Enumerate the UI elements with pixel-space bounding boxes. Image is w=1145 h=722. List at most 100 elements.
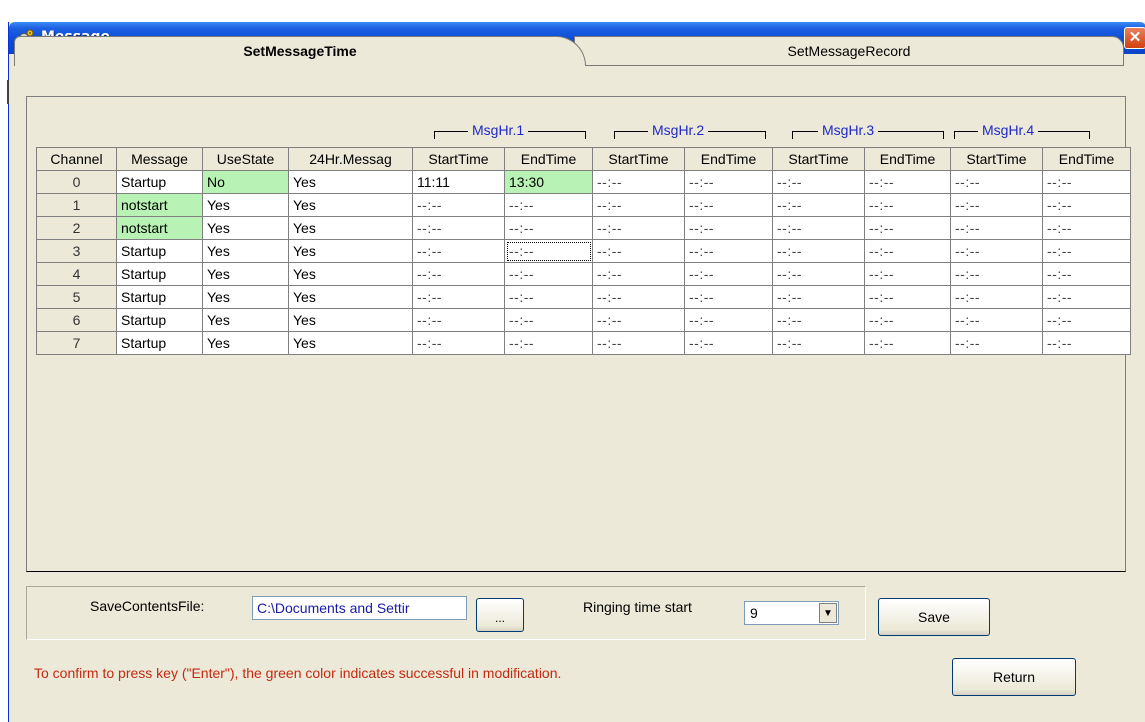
message-cell[interactable]: Startup <box>116 239 203 263</box>
end-time-cell[interactable]: --:-- <box>864 285 951 309</box>
start-time-cell[interactable]: --:-- <box>772 193 865 217</box>
start-time-cell[interactable]: --:-- <box>772 285 865 309</box>
use-state-cell[interactable]: Yes <box>202 193 289 217</box>
column-header: EndTime <box>864 147 951 171</box>
end-time-cell[interactable]: --:-- <box>864 308 951 332</box>
hr24-cell[interactable]: Yes <box>288 239 413 263</box>
end-time-cell[interactable]: 13:30 <box>504 170 593 194</box>
end-time-cell[interactable]: --:-- <box>684 262 773 286</box>
message-cell[interactable]: Startup <box>116 285 203 309</box>
hr24-cell[interactable]: Yes <box>288 216 413 240</box>
end-time-cell[interactable]: --:-- <box>864 262 951 286</box>
start-time-cell[interactable]: --:-- <box>412 216 505 240</box>
start-time-cell[interactable]: --:-- <box>412 239 505 263</box>
end-time-cell[interactable]: --:-- <box>684 331 773 355</box>
start-time-cell[interactable]: --:-- <box>412 331 505 355</box>
end-time-cell[interactable]: --:-- <box>864 170 951 194</box>
start-time-cell[interactable]: 11:11 <box>412 170 505 194</box>
table-row: 2 notstart Yes Yes --:-- --:-- --:-- --:-- --:--… <box>36 216 1131 240</box>
hr24-cell[interactable]: Yes <box>288 331 413 355</box>
hr24-cell[interactable]: Yes <box>288 285 413 309</box>
end-time-cell[interactable]: --:-- <box>684 193 773 217</box>
message-cell[interactable]: Startup <box>116 170 203 194</box>
end-time-cell[interactable]: --:-- <box>1042 216 1131 240</box>
start-time-cell[interactable]: --:-- <box>772 170 865 194</box>
message-cell[interactable]: Startup <box>116 331 203 355</box>
start-time-cell[interactable]: --:-- <box>412 262 505 286</box>
use-state-cell[interactable]: Yes <box>202 216 289 240</box>
start-time-cell[interactable]: --:-- <box>950 262 1043 286</box>
hr24-cell[interactable]: Yes <box>288 170 413 194</box>
start-time-cell[interactable]: --:-- <box>950 285 1043 309</box>
message-cell[interactable]: Startup <box>116 262 203 286</box>
start-time-cell[interactable]: --:-- <box>950 216 1043 240</box>
use-state-cell[interactable]: Yes <box>202 239 289 263</box>
close-button[interactable]: ✕ <box>1124 27 1145 49</box>
end-time-cell[interactable]: --:-- <box>1042 170 1131 194</box>
end-time-cell[interactable]: --:-- <box>864 239 951 263</box>
hr24-cell[interactable]: Yes <box>288 193 413 217</box>
start-time-cell[interactable]: --:-- <box>950 331 1043 355</box>
start-time-cell[interactable]: --:-- <box>592 285 685 309</box>
start-time-cell[interactable]: --:-- <box>412 308 505 332</box>
start-time-cell[interactable]: --:-- <box>412 285 505 309</box>
end-time-cell[interactable]: --:-- <box>1042 239 1131 263</box>
end-time-cell[interactable]: --:-- <box>504 285 593 309</box>
end-time-cell[interactable]: --:-- <box>864 331 951 355</box>
end-time-cell[interactable]: --:-- <box>504 262 593 286</box>
end-time-cell[interactable]: --:-- <box>684 170 773 194</box>
start-time-cell[interactable]: --:-- <box>592 262 685 286</box>
start-time-cell[interactable]: --:-- <box>772 262 865 286</box>
start-time-cell[interactable]: --:-- <box>950 193 1043 217</box>
end-time-cell[interactable]: --:-- <box>684 216 773 240</box>
start-time-cell[interactable]: --:-- <box>950 239 1043 263</box>
end-time-cell[interactable]: --:-- <box>504 308 593 332</box>
end-time-cell[interactable]: --:-- <box>1042 331 1131 355</box>
end-time-cell[interactable]: --:-- <box>504 216 593 240</box>
use-state-cell[interactable]: No <box>202 170 289 194</box>
use-state-cell[interactable]: Yes <box>202 331 289 355</box>
message-cell[interactable]: Startup <box>116 308 203 332</box>
start-time-cell[interactable]: --:-- <box>592 216 685 240</box>
end-time-cell[interactable]: --:-- <box>504 331 593 355</box>
end-time-cell[interactable]: --:-- <box>1042 193 1131 217</box>
start-time-cell[interactable]: --:-- <box>592 308 685 332</box>
end-time-cell[interactable]: --:-- <box>684 239 773 263</box>
ringing-time-label: Ringing time start <box>583 599 692 615</box>
start-time-cell[interactable]: --:-- <box>772 308 865 332</box>
hr24-cell[interactable]: Yes <box>288 308 413 332</box>
start-time-cell[interactable]: --:-- <box>412 193 505 217</box>
start-time-cell[interactable]: --:-- <box>592 239 685 263</box>
return-button[interactable]: Return <box>952 658 1076 696</box>
end-time-cell[interactable]: --:-- <box>504 193 593 217</box>
start-time-cell[interactable]: --:-- <box>950 308 1043 332</box>
start-time-cell[interactable]: --:-- <box>592 193 685 217</box>
end-time-cell[interactable]: --:-- <box>1042 262 1131 286</box>
end-time-cell[interactable]: --:-- <box>864 216 951 240</box>
end-time-cell[interactable]: --:-- <box>684 285 773 309</box>
use-state-cell[interactable]: Yes <box>202 285 289 309</box>
hr24-cell[interactable]: Yes <box>288 262 413 286</box>
start-time-cell[interactable]: --:-- <box>592 170 685 194</box>
tab-set-message-time[interactable]: SetMessageTime <box>14 36 586 66</box>
end-time-cell[interactable]: --:-- <box>1042 308 1131 332</box>
chevron-down-icon[interactable]: ▼ <box>819 603 837 623</box>
start-time-cell[interactable]: --:-- <box>950 170 1043 194</box>
start-time-cell[interactable]: --:-- <box>772 239 865 263</box>
use-state-cell[interactable]: Yes <box>202 308 289 332</box>
message-cell[interactable]: notstart <box>116 216 203 240</box>
end-time-cell[interactable]: --:-- <box>864 193 951 217</box>
ringing-time-select[interactable]: 9 ▼ <box>744 601 839 625</box>
end-time-cell[interactable]: --:-- <box>684 308 773 332</box>
start-time-cell[interactable]: --:-- <box>772 331 865 355</box>
start-time-cell[interactable]: --:-- <box>592 331 685 355</box>
tab-set-message-record[interactable]: SetMessageRecord <box>574 36 1124 66</box>
save-file-path-input[interactable]: C:\Documents and Settir <box>252 596 467 620</box>
message-cell[interactable]: notstart <box>116 193 203 217</box>
end-time-cell[interactable]: --:-- <box>504 239 593 263</box>
browse-button[interactable]: ... <box>476 598 524 632</box>
end-time-cell[interactable]: --:-- <box>1042 285 1131 309</box>
save-button[interactable]: Save <box>878 598 990 636</box>
use-state-cell[interactable]: Yes <box>202 262 289 286</box>
start-time-cell[interactable]: --:-- <box>772 216 865 240</box>
